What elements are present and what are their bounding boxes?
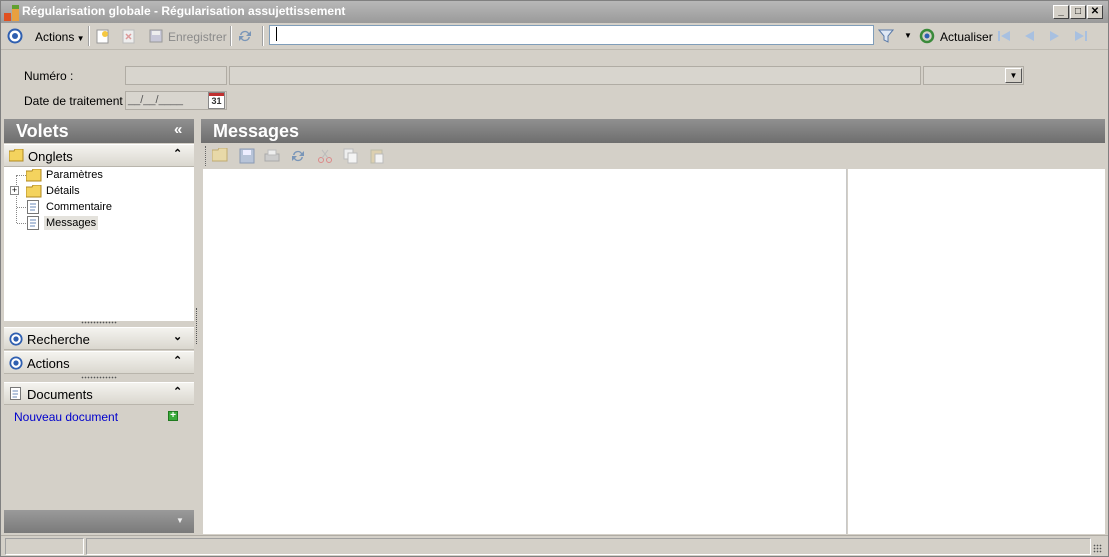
toolbar-grip (205, 146, 206, 166)
volets-footer: ▼ (4, 510, 194, 533)
tree-item-label: Paramètres (46, 169, 103, 181)
last-record-icon[interactable] (1073, 28, 1089, 44)
filter-dropdown-arrow-icon[interactable]: ▼ (904, 31, 912, 40)
save-icon[interactable] (148, 28, 164, 44)
resize-grip[interactable] (81, 376, 117, 379)
tree-item-label: Commentaire (46, 201, 113, 213)
numero-input[interactable] (125, 66, 227, 85)
maximize-button[interactable]: □ (1070, 5, 1086, 19)
actions-circle-icon[interactable] (7, 28, 23, 44)
folder-icon (9, 149, 24, 162)
messages-content-area[interactable] (203, 169, 847, 534)
status-bar (1, 535, 1108, 556)
text-caret (276, 27, 277, 41)
dropdown-arrow-icon: ▼ (74, 34, 85, 43)
pane-splitter-grip[interactable] (196, 308, 198, 344)
print-icon[interactable] (264, 148, 280, 164)
resize-grip[interactable] (81, 321, 117, 324)
date-placeholder: __/__/____ (128, 94, 184, 106)
messages-side-panel[interactable] (848, 169, 1105, 534)
document-icon (27, 200, 39, 214)
window-title: Régularisation globale - Régularisation … (22, 4, 346, 18)
chevron-down-icon[interactable]: ▼ (1005, 68, 1022, 83)
tree-connector (17, 175, 26, 176)
tree-item-label: Détails (46, 185, 80, 197)
folder-icon (26, 185, 42, 198)
onglets-title: Onglets (28, 149, 73, 164)
save-icon[interactable] (239, 148, 255, 164)
tree-item-label: Messages (44, 216, 99, 230)
chevron-double-up-icon[interactable]: ⌃ (173, 385, 182, 398)
documents-section-header[interactable]: Documents ⌃ (4, 382, 194, 405)
close-button[interactable]: ✕ (1087, 5, 1103, 19)
tree-connector (17, 207, 26, 208)
close-icon: ✕ (1090, 6, 1100, 17)
pane-options-dropdown-icon[interactable]: ▼ (176, 516, 184, 525)
status-cell (86, 538, 1091, 555)
recherche-title: Recherche (27, 332, 90, 347)
cut-icon[interactable] (317, 148, 333, 164)
documents-title: Documents (27, 387, 93, 402)
status-cell (5, 538, 84, 555)
nouveau-document-link[interactable]: Nouveau document (14, 410, 118, 424)
recherche-section-header[interactable]: Recherche ⌄ (4, 327, 194, 350)
add-document-icon[interactable]: + (168, 411, 178, 421)
document-icon (10, 387, 21, 400)
actions-menu-label: Actions (35, 30, 75, 44)
paste-icon[interactable] (369, 148, 385, 164)
refresh-button[interactable]: Actualiser (940, 30, 993, 44)
sync-icon[interactable] (237, 28, 253, 44)
app-logo-icon (4, 5, 19, 21)
chevron-double-up-icon[interactable]: ⌃ (173, 147, 182, 160)
delete-icon[interactable] (121, 28, 137, 44)
toolbar-separator (230, 26, 232, 46)
volets-title: Volets (16, 121, 69, 141)
actions-circle-icon (9, 356, 23, 370)
search-circle-icon (9, 332, 23, 346)
expand-plus-icon[interactable]: + (10, 186, 19, 195)
tree-connector (17, 223, 26, 224)
filter-icon[interactable] (878, 28, 894, 44)
onglets-section-header[interactable]: Onglets ⌃ (4, 144, 194, 167)
messages-header: Messages (201, 119, 1105, 143)
toolbar-separator (262, 26, 264, 46)
minimize-button[interactable]: _ (1053, 5, 1069, 19)
actions-menu-button[interactable]: Actions ▼ (35, 30, 85, 44)
tree-line (16, 175, 17, 223)
document-icon (27, 216, 39, 230)
sync-icon[interactable] (290, 148, 306, 164)
calendar-icon[interactable]: 31 (208, 92, 225, 109)
open-folder-icon[interactable] (212, 148, 228, 162)
chevron-double-down-icon[interactable]: ⌄ (173, 330, 182, 343)
volets-header: Volets « (4, 119, 194, 143)
search-input[interactable] (269, 25, 874, 45)
actions-section-title: Actions (27, 356, 70, 371)
folder-icon (26, 169, 42, 182)
messages-title: Messages (213, 121, 300, 141)
collapse-pane-icon[interactable]: « (174, 121, 182, 138)
minimize-icon: _ (1058, 6, 1064, 17)
new-icon[interactable] (95, 28, 111, 44)
copy-icon[interactable] (343, 148, 359, 164)
resize-corner-grip[interactable] (1093, 544, 1102, 553)
numero-label: Numéro : (24, 69, 74, 83)
date-label: Date de traitement : (24, 94, 130, 108)
numero-description-field[interactable] (229, 66, 921, 85)
save-button[interactable]: Enregistrer (168, 30, 227, 44)
messages-toolbar (201, 143, 1105, 169)
actions-section-header[interactable]: Actions ⌃ (4, 351, 194, 374)
refresh-icon[interactable] (919, 28, 935, 44)
maximize-icon: □ (1074, 6, 1082, 17)
toolbar-separator (88, 26, 90, 46)
previous-record-icon[interactable] (1021, 28, 1037, 44)
first-record-icon[interactable] (996, 28, 1012, 44)
calendar-day: 31 (211, 96, 222, 106)
chevron-double-up-icon[interactable]: ⌃ (173, 354, 182, 367)
next-record-icon[interactable] (1047, 28, 1063, 44)
